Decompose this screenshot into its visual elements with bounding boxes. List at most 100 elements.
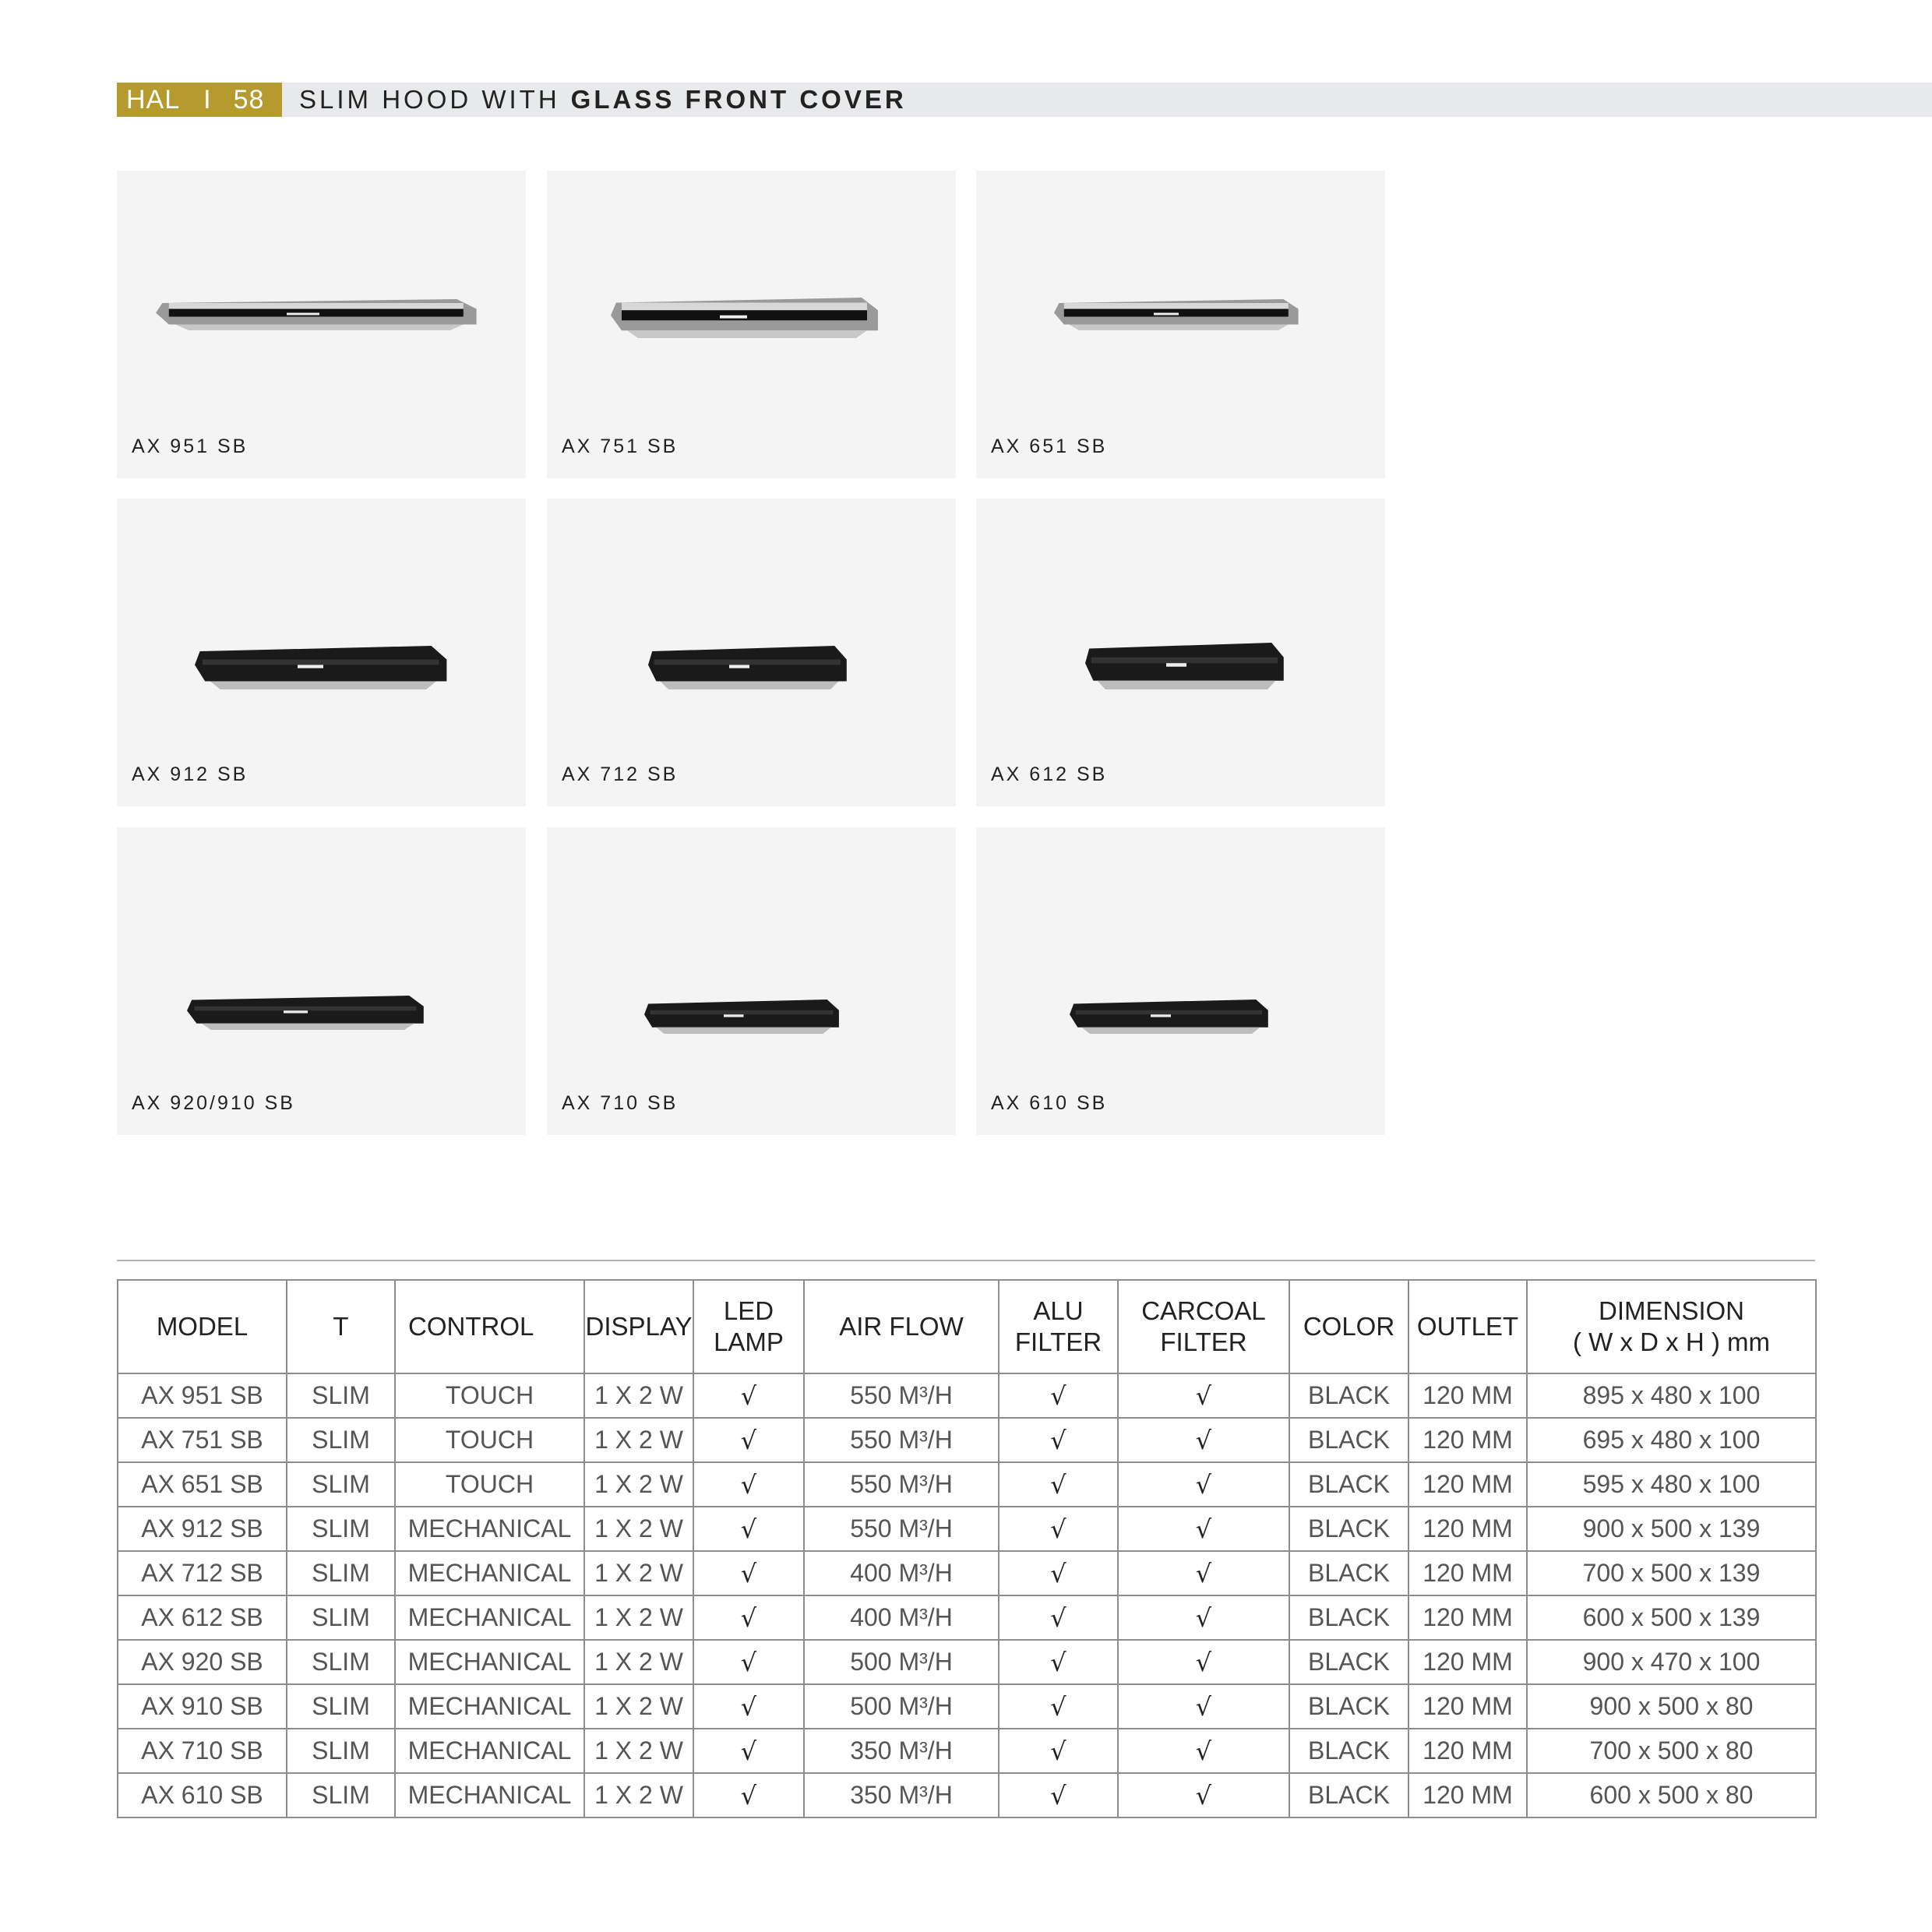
table-cell: √ — [693, 1417, 805, 1463]
table-cell: √ — [998, 1461, 1119, 1507]
table-cell: 120 MM — [1408, 1639, 1528, 1685]
page-separator: I — [203, 84, 212, 115]
table-cell: SLIM — [286, 1683, 396, 1729]
table-cell: 120 MM — [1408, 1550, 1528, 1596]
table-cell: √ — [998, 1683, 1119, 1729]
table-cell: 895 x 480 x 100 — [1526, 1373, 1817, 1419]
table-cell: 1 X 2 W — [583, 1683, 694, 1729]
table-cell: √ — [1117, 1639, 1290, 1685]
table-row: AX 712 SB SLIM MECHANICAL 1 X 2 W √ 400 M³/H √… — [117, 1550, 1817, 1596]
table-cell: AX 910 SB — [117, 1683, 287, 1729]
product-label: AX 651 SB — [991, 435, 1108, 457]
column-header: LED LAMP — [693, 1279, 805, 1374]
table-cell: 595 x 480 x 100 — [1526, 1461, 1817, 1507]
column-header: MODEL — [117, 1279, 287, 1374]
table-cell: MECHANICAL — [394, 1639, 585, 1685]
column-header: T — [286, 1279, 396, 1374]
table-cell: 700 x 500 x 80 — [1526, 1728, 1817, 1774]
table-cell: 550 M³/H — [803, 1461, 999, 1507]
table-cell: 1 X 2 W — [583, 1417, 694, 1463]
table-cell: 500 M³/H — [803, 1639, 999, 1685]
table-cell: 1 X 2 W — [583, 1639, 694, 1685]
table-body: AX 951 SB SLIM TOUCH 1 X 2 W √ 550 M³/H √ √ BLAC… — [117, 1373, 1817, 1818]
table-cell: BLACK — [1289, 1550, 1409, 1596]
table-cell: AX 710 SB — [117, 1728, 287, 1774]
title-light: SLIM HOOD WITH — [299, 85, 560, 114]
table-row: AX 912 SB SLIM MECHANICAL 1 X 2 W √ 550 M³/H √… — [117, 1506, 1817, 1552]
table-cell: MECHANICAL — [394, 1506, 585, 1552]
product-card: AX 612 SB — [976, 499, 1385, 806]
table-cell: √ — [1117, 1595, 1290, 1641]
table-cell: BLACK — [1289, 1417, 1409, 1463]
page-prefix: HAL — [126, 84, 181, 115]
table-cell: √ — [693, 1772, 805, 1818]
table-cell: BLACK — [1289, 1728, 1409, 1774]
page-number: 58 — [233, 84, 265, 115]
range-hood-image — [644, 999, 839, 1034]
table-cell: TOUCH — [394, 1373, 585, 1419]
table-cell: SLIM — [286, 1550, 396, 1596]
table-cell: SLIM — [286, 1595, 396, 1641]
range-hood-image — [611, 298, 878, 338]
table-cell: BLACK — [1289, 1683, 1409, 1729]
table-cell: TOUCH — [394, 1461, 585, 1507]
table-cell: √ — [998, 1595, 1119, 1641]
spec-table: MODEL T CONTROL DISPLAY LED LAMP AIR FLOW ALU FI… — [117, 1279, 1817, 1818]
table-cell: √ — [693, 1506, 805, 1552]
table-cell: 120 MM — [1408, 1728, 1528, 1774]
table-cell: √ — [1117, 1417, 1290, 1463]
table-cell: SLIM — [286, 1728, 396, 1774]
table-cell: √ — [693, 1373, 805, 1419]
page-tag: HAL I 58 — [117, 83, 282, 117]
table-cell: √ — [998, 1506, 1119, 1552]
range-hood-image — [1054, 299, 1299, 330]
table-cell: √ — [998, 1417, 1119, 1463]
product-card: AX 912 SB — [117, 499, 526, 806]
table-cell: AX 920 SB — [117, 1639, 287, 1685]
product-card: AX 951 SB — [117, 171, 526, 478]
table-cell: 120 MM — [1408, 1595, 1528, 1641]
product-card: AX 651 SB — [976, 171, 1385, 478]
table-cell: AX 612 SB — [117, 1595, 287, 1641]
product-label: AX 710 SB — [562, 1092, 679, 1114]
table-cell: √ — [1117, 1683, 1290, 1729]
product-label: AX 920/910 SB — [132, 1092, 295, 1114]
table-cell: 900 x 470 x 100 — [1526, 1639, 1817, 1685]
table-cell: √ — [998, 1373, 1119, 1419]
range-hood-image — [187, 996, 424, 1030]
table-cell: √ — [1117, 1772, 1290, 1818]
table-cell: 1 X 2 W — [583, 1506, 694, 1552]
table-cell: BLACK — [1289, 1772, 1409, 1818]
table-cell: √ — [693, 1595, 805, 1641]
table-cell: √ — [1117, 1373, 1290, 1419]
table-cell: AX 610 SB — [117, 1772, 287, 1818]
table-cell: 120 MM — [1408, 1461, 1528, 1507]
table-cell: 900 x 500 x 80 — [1526, 1683, 1817, 1729]
table-cell: √ — [998, 1772, 1119, 1818]
range-hood-image — [195, 646, 447, 689]
table-cell: √ — [998, 1639, 1119, 1685]
column-header: AIR FLOW — [803, 1279, 999, 1374]
product-label: AX 951 SB — [132, 435, 249, 457]
table-cell: 120 MM — [1408, 1373, 1528, 1419]
table-cell: 600 x 500 x 139 — [1526, 1595, 1817, 1641]
table-row: AX 920 SB SLIM MECHANICAL 1 X 2 W √ 500 M³/H √… — [117, 1639, 1817, 1685]
table-cell: 1 X 2 W — [583, 1728, 694, 1774]
table-cell: AX 912 SB — [117, 1506, 287, 1552]
table-cell: 600 x 500 x 80 — [1526, 1772, 1817, 1818]
table-cell: 900 x 500 x 139 — [1526, 1506, 1817, 1552]
range-hood-image — [156, 299, 477, 330]
table-cell: 1 X 2 W — [583, 1772, 694, 1818]
product-card: AX 710 SB — [547, 827, 956, 1135]
product-label: AX 751 SB — [562, 435, 679, 457]
table-cell: √ — [693, 1461, 805, 1507]
table-cell: √ — [1117, 1550, 1290, 1596]
table-cell: √ — [998, 1550, 1119, 1596]
table-cell: MECHANICAL — [394, 1683, 585, 1729]
table-row: AX 651 SB SLIM TOUCH 1 X 2 W √ 550 M³/H √ √ BLAC… — [117, 1461, 1817, 1507]
table-cell: 120 MM — [1408, 1772, 1528, 1818]
table-cell: 1 X 2 W — [583, 1461, 694, 1507]
table-cell: SLIM — [286, 1772, 396, 1818]
table-row: AX 612 SB SLIM MECHANICAL 1 X 2 W √ 400 M³/H √… — [117, 1595, 1817, 1641]
product-card: AX 712 SB — [547, 499, 956, 806]
